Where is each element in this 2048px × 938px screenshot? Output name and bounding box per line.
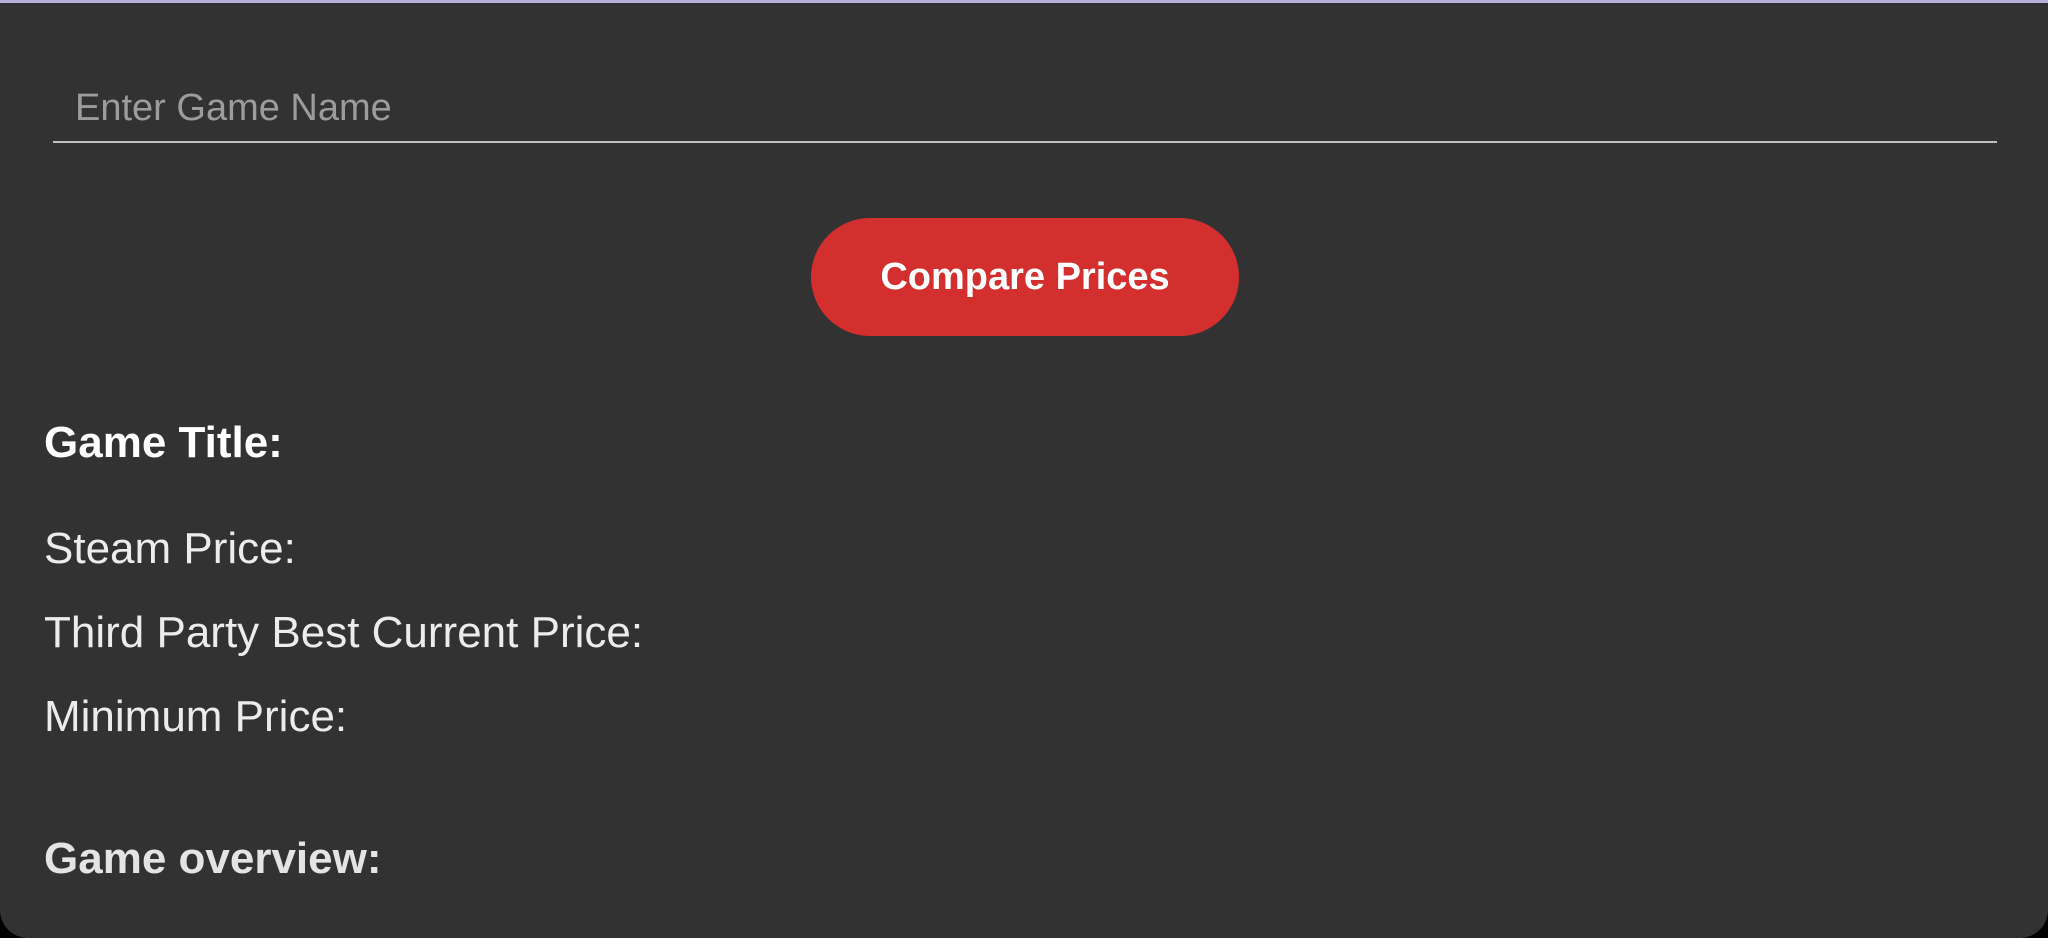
game-title-label: Game Title: xyxy=(44,418,283,467)
third-party-price-label: Third Party Best Current Price: xyxy=(44,608,644,657)
steam-price-label: Steam Price: xyxy=(44,524,296,573)
minimum-price-label: Minimum Price: xyxy=(44,692,348,741)
game-overview-label: Game overview: xyxy=(44,834,382,883)
game-name-input[interactable] xyxy=(53,75,1997,141)
app-screen: Compare Prices Game Title: Steam Price: … xyxy=(0,0,2048,938)
compare-prices-button[interactable]: Compare Prices xyxy=(811,218,1239,336)
search-field xyxy=(53,75,1997,143)
